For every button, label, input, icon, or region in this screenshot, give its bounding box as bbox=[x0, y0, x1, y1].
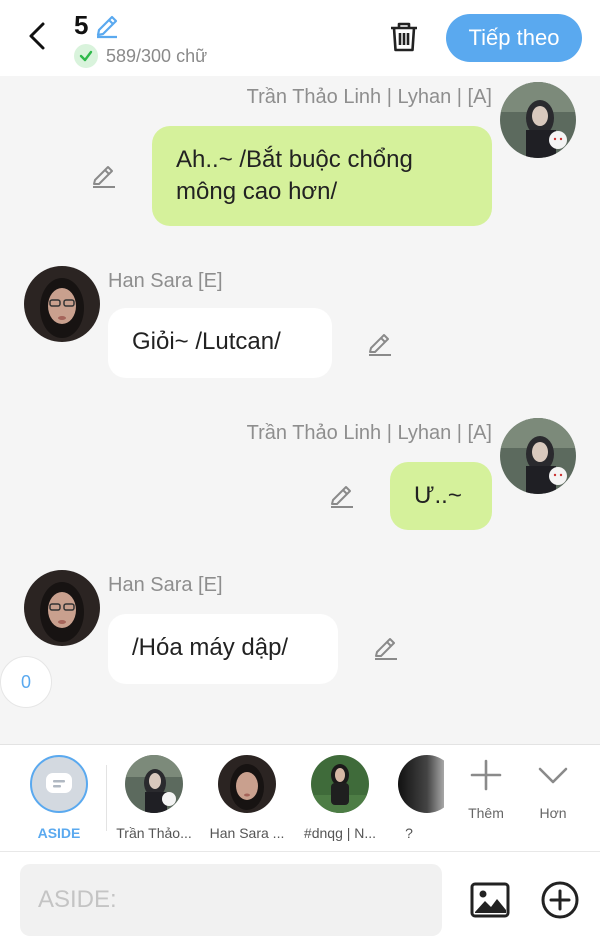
message-bubble[interactable]: Ah..~ /Bắt buộc chổng mông cao hơn/ bbox=[152, 126, 492, 226]
message-input[interactable] bbox=[20, 864, 442, 936]
character-item[interactable]: ? bbox=[374, 755, 444, 841]
image-icon[interactable] bbox=[470, 880, 510, 920]
pencil-icon bbox=[97, 15, 118, 38]
avatar bbox=[398, 755, 444, 813]
trash-icon bbox=[391, 22, 417, 52]
avatar[interactable] bbox=[500, 418, 576, 494]
character-label: ASIDE bbox=[37, 825, 81, 841]
sender-name: Han Sara [E] bbox=[108, 574, 223, 596]
avatar[interactable] bbox=[24, 570, 100, 646]
comment-counter[interactable]: 0 bbox=[0, 656, 52, 708]
more-button[interactable]: Hơn bbox=[523, 759, 583, 821]
more-label: Hơn bbox=[539, 805, 567, 821]
edit-icon[interactable] bbox=[90, 162, 118, 190]
episode-number: 5 bbox=[74, 10, 89, 40]
message-bubble[interactable]: /Hóa máy dập/ bbox=[108, 614, 338, 684]
edit-icon[interactable] bbox=[366, 330, 394, 358]
plus-icon bbox=[470, 759, 502, 791]
avatar bbox=[125, 755, 183, 813]
character-label: ? bbox=[405, 825, 413, 841]
chat-area[interactable]: Trần Thảo Linh | Lyhan | [A] Ah..~ /Bắt … bbox=[0, 76, 600, 744]
avatar bbox=[311, 755, 369, 813]
check-icon bbox=[74, 44, 98, 68]
character-item[interactable]: Han Sara ... bbox=[200, 755, 294, 841]
sender-name: Han Sara [E] bbox=[108, 270, 223, 292]
character-label: Trần Thảo... bbox=[116, 825, 192, 841]
message-bubble[interactable]: Giỏi~ /Lutcan/ bbox=[108, 308, 332, 378]
avatar[interactable] bbox=[24, 266, 100, 342]
add-circle-icon[interactable] bbox=[540, 880, 580, 920]
character-aside[interactable]: ASIDE bbox=[12, 755, 106, 841]
next-button[interactable]: Tiếp theo bbox=[446, 14, 582, 62]
character-label: #dnqg | N... bbox=[303, 825, 377, 841]
composer bbox=[0, 852, 600, 947]
character-label: Han Sara ... bbox=[209, 825, 285, 841]
sender-name: Trần Thảo Linh | Lyhan | [A] bbox=[246, 86, 492, 108]
episode-title[interactable]: 5 bbox=[74, 10, 120, 41]
avatar bbox=[218, 755, 276, 813]
chevron-left-icon bbox=[29, 22, 45, 50]
back-button[interactable] bbox=[22, 18, 52, 54]
edit-icon[interactable] bbox=[328, 482, 356, 510]
delete-button[interactable] bbox=[386, 18, 422, 56]
aside-avatar bbox=[30, 755, 88, 813]
sender-name: Trần Thảo Linh | Lyhan | [A] bbox=[246, 422, 492, 444]
message-bubble[interactable]: Ư..~ bbox=[390, 462, 492, 530]
add-label: Thêm bbox=[468, 805, 504, 821]
chevron-down-icon bbox=[538, 767, 568, 784]
avatar[interactable] bbox=[500, 82, 576, 158]
character-item[interactable]: #dnqg | N... bbox=[293, 755, 387, 841]
character-bar: ASIDE Trần Thảo... Han Sara ... #dnqg | … bbox=[0, 744, 600, 852]
word-count: 589/300 chữ bbox=[74, 44, 207, 68]
character-item[interactable]: Trần Thảo... bbox=[107, 755, 201, 841]
word-count-text: 589/300 chữ bbox=[106, 45, 208, 66]
add-character-button[interactable]: Thêm bbox=[456, 759, 516, 821]
edit-icon[interactable] bbox=[372, 634, 400, 662]
top-bar: 5 589/300 chữ Tiếp theo bbox=[0, 0, 600, 76]
chat-bubble-icon bbox=[46, 773, 72, 793]
